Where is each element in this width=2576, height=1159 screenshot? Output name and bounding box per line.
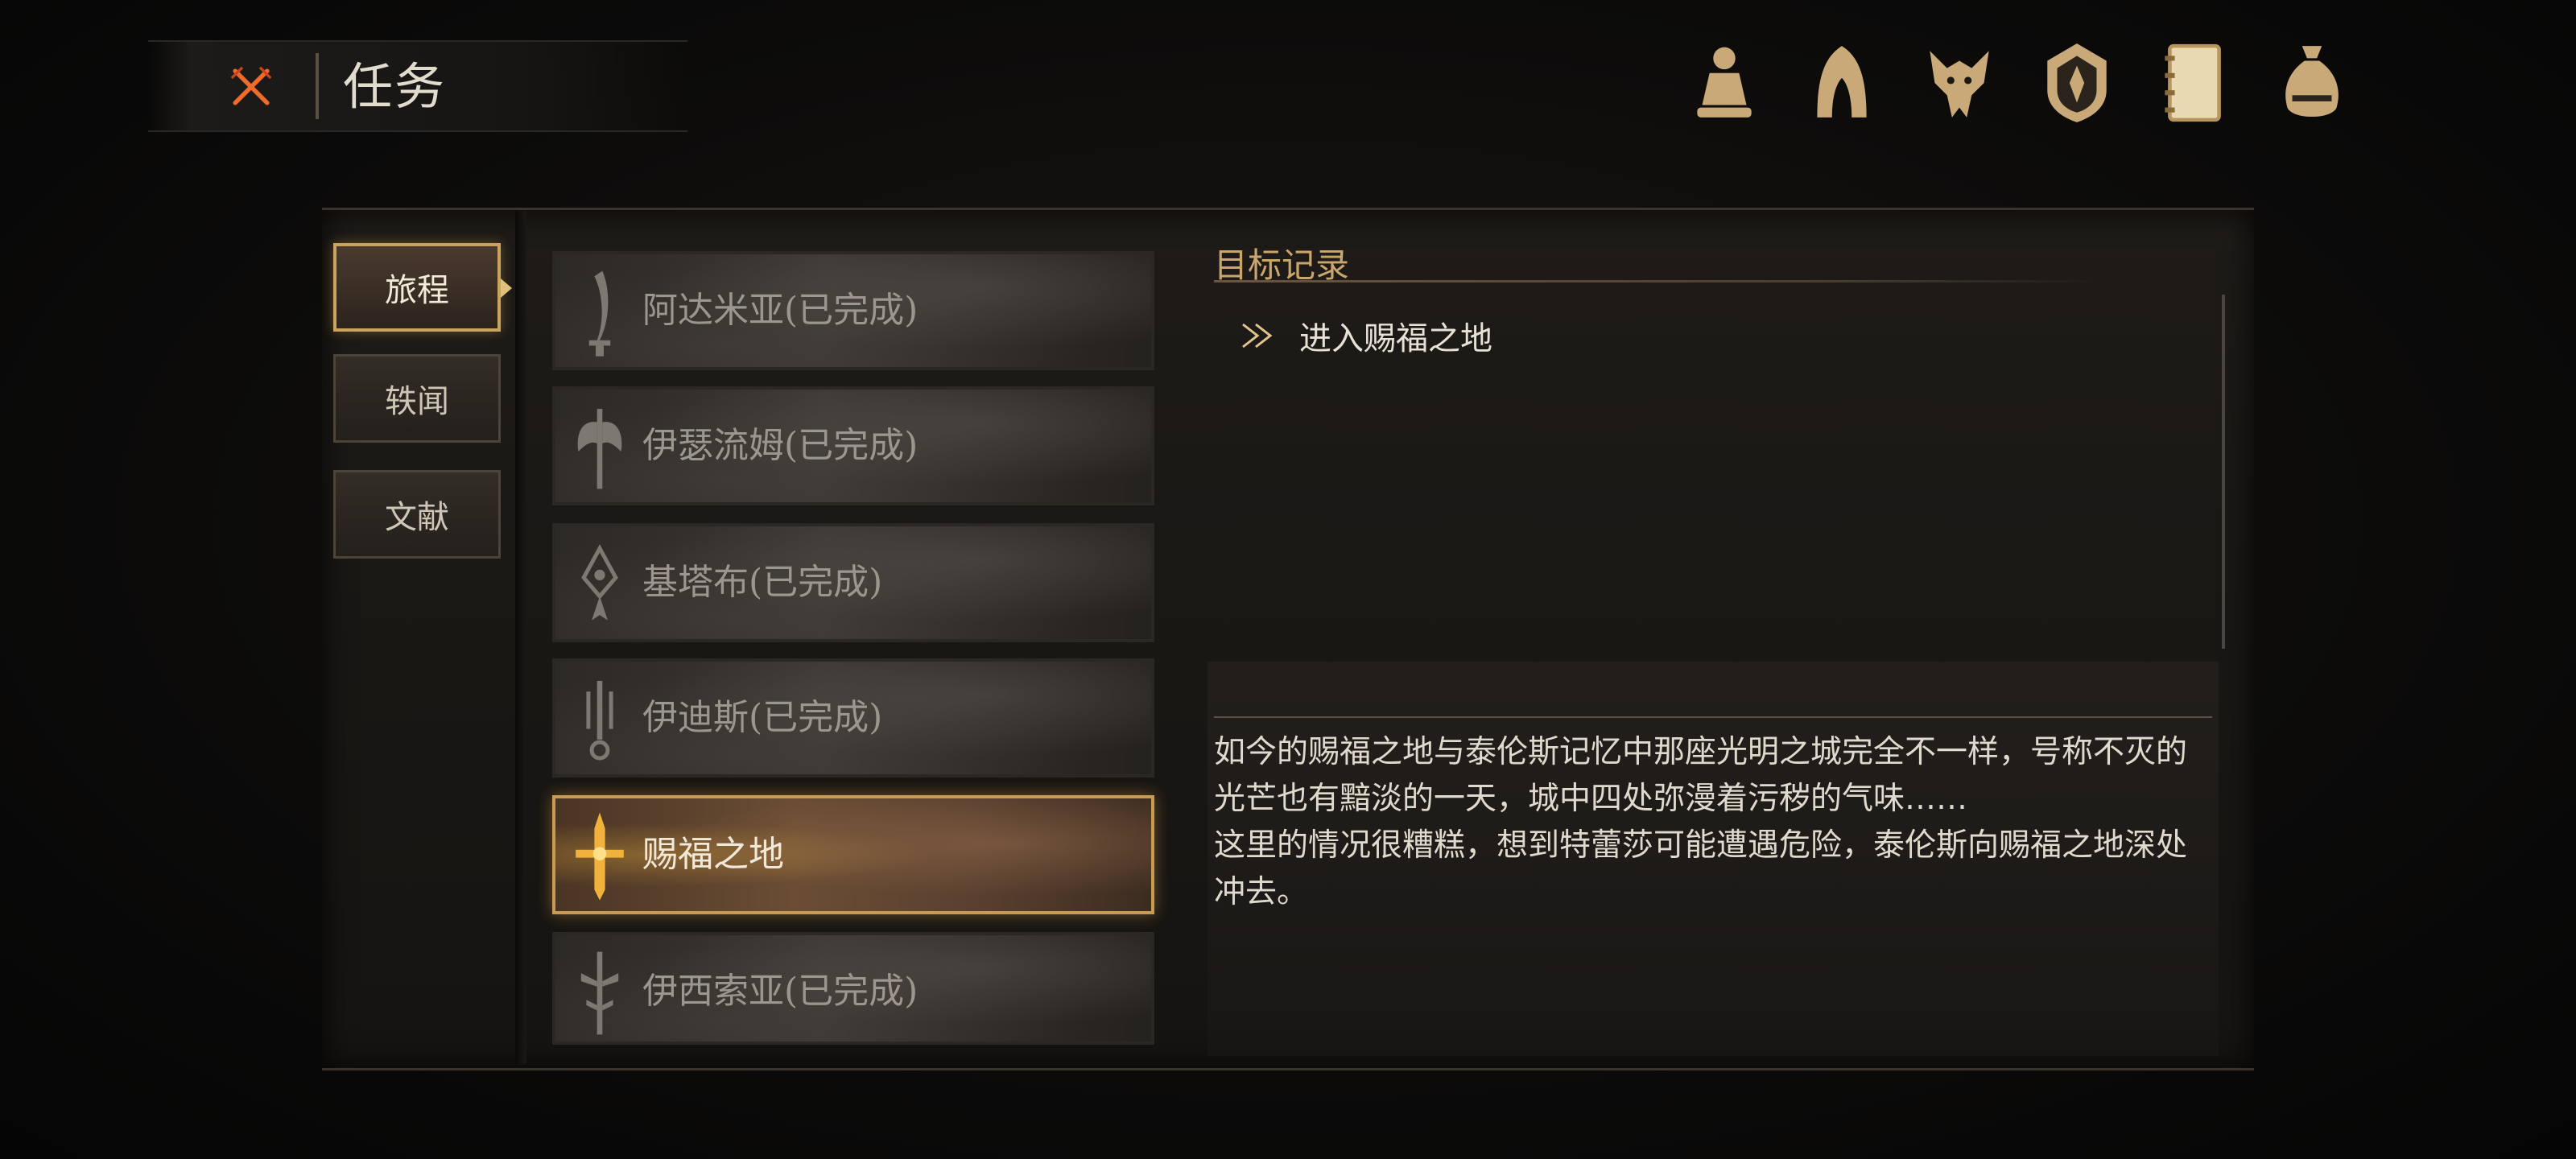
section-divider	[1214, 280, 2099, 283]
quest-description: 如今的赐福之地与泰伦斯记忆中那座光明之城完全不一样，号称不灭的光芒也有黯淡的一天…	[1214, 729, 2212, 916]
close-button[interactable]	[219, 55, 283, 119]
tab-documents[interactable]: 文献	[333, 470, 501, 559]
objective-text: 进入赐福之地	[1299, 320, 1492, 357]
quest-label: 伊迪斯(已完成)	[642, 697, 883, 738]
quest-label: 基塔布(已完成)	[642, 562, 883, 603]
journal-icon[interactable]	[2153, 39, 2236, 127]
quest-item-isisoya[interactable]: 伊西索亚(已完成)	[552, 932, 1154, 1045]
top-menu-icons	[1682, 39, 2354, 127]
crossed-swords-close-icon	[230, 66, 272, 105]
tab-label: 轶闻	[385, 383, 449, 420]
quest-label: 伊瑟流姆(已完成)	[642, 425, 919, 466]
tab-label: 文献	[385, 499, 449, 536]
tab-journey[interactable]: 旅程	[333, 243, 512, 332]
description-divider	[1214, 716, 2212, 718]
trident-icon	[572, 673, 628, 766]
hood-icon[interactable]	[1800, 39, 1884, 127]
dagger-icon	[572, 266, 628, 359]
quest-item-blessed-land[interactable]: 赐福之地	[552, 795, 1154, 914]
quest-label: 阿达米亚(已完成)	[642, 290, 919, 331]
coin-bag-icon[interactable]	[2270, 39, 2354, 127]
quest-item-idith[interactable]: 伊迪斯(已完成)	[552, 658, 1154, 777]
tab-anecdotes[interactable]: 轶闻	[333, 354, 501, 443]
golden-cross-icon	[572, 810, 628, 903]
quest-label: 伊西索亚(已完成)	[642, 971, 919, 1012]
quest-item-adamia[interactable]: 阿达米亚(已完成)	[552, 251, 1154, 370]
quest-item-isaerum[interactable]: 伊瑟流姆(已完成)	[552, 386, 1154, 505]
page-title: 任务	[343, 57, 447, 116]
description-paragraph: 这里的情况很糟糕，想到特蕾莎可能遭遇危险，泰伦斯向赐福之地深处冲去。	[1214, 827, 2188, 910]
double-chevron-icon	[1242, 323, 1273, 349]
description-paragraph: 如今的赐福之地与泰伦斯记忆中那座光明之城完全不一样，号称不灭的光芒也有黯淡的一天…	[1214, 734, 2188, 817]
winged-axe-icon	[572, 401, 628, 494]
tab-label: 旅程	[385, 272, 449, 309]
tribal-mask-icon	[572, 538, 628, 631]
beast-skull-icon[interactable]	[1918, 39, 2001, 127]
objective-row: 进入赐福之地	[1240, 312, 1492, 359]
sword-emblem-icon	[572, 947, 628, 1040]
quest-item-kitab[interactable]: 基塔布(已完成)	[552, 523, 1154, 642]
panel-divider	[515, 211, 526, 1064]
title-divider	[316, 53, 319, 119]
objective-scrollbar[interactable]	[2222, 295, 2225, 649]
shield-emblem-icon[interactable]	[2035, 39, 2119, 127]
quest-label: 赐福之地	[642, 834, 784, 875]
character-icon[interactable]	[1682, 39, 1766, 127]
